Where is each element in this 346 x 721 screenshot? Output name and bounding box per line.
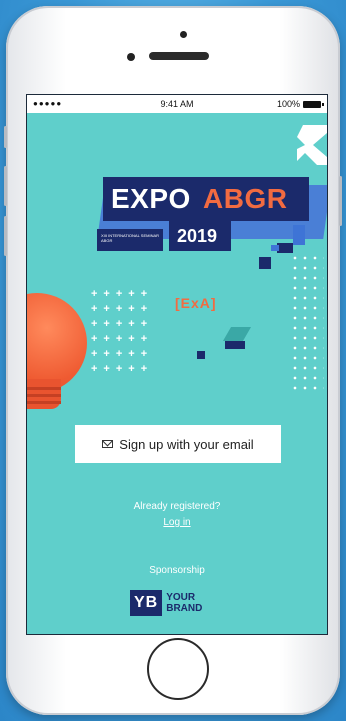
exa-logo: [ExA]	[175, 295, 217, 311]
email-signup-label: Sign up with your email	[119, 436, 254, 452]
power-button	[339, 176, 342, 226]
cube-decoration	[225, 341, 245, 349]
poster-title-abgr: ABGR	[203, 183, 288, 214]
volume-down-button	[4, 216, 7, 256]
cube-decoration	[197, 351, 205, 359]
sponsor-logo: YB YOUR BRAND	[130, 590, 202, 616]
lightbulb-ring	[27, 394, 61, 397]
dot-pattern	[290, 253, 324, 393]
sponsor-logo-text-line1: YOUR	[166, 592, 196, 603]
lightbulb-ring	[27, 401, 61, 404]
login-link[interactable]: Log in	[27, 517, 327, 528]
status-bar: ●●●●● 9:41 AM 100%	[27, 95, 327, 113]
email-signup-button[interactable]: Sign up with your email	[75, 425, 281, 463]
earpiece-speaker	[149, 52, 209, 60]
battery-indicator: 100%	[276, 99, 324, 109]
decor-block	[271, 245, 279, 251]
front-camera	[127, 53, 135, 61]
poster-year: 2019	[177, 226, 218, 246]
volume-up-button	[4, 166, 7, 206]
decor-block	[293, 225, 305, 245]
poster-title-expo: EXPO	[111, 183, 191, 214]
plus-grid-decoration: +++++ +++++ +++++ +++++ +++++ +++++	[91, 288, 154, 375]
mute-switch	[4, 126, 7, 148]
battery-percent: 100%	[276, 99, 300, 109]
home-button[interactable]	[147, 638, 209, 700]
sponsorship-label: Sponsorship	[149, 565, 205, 576]
sponsor-logo-text-line2: BRAND	[166, 603, 203, 614]
app-screen: ●●●●● 9:41 AM 100% EXPO ABGR XIII INTERN…	[26, 94, 328, 635]
lightbulb-icon	[27, 293, 87, 393]
sensor-dot	[180, 31, 187, 38]
lightbulb-ring	[27, 387, 61, 390]
poster-subtitle: XIII INTERNATIONAL SEMINAR ABGR	[101, 233, 160, 243]
decor-block	[259, 257, 271, 269]
already-registered-text: Already registered?	[133, 501, 221, 512]
close-x-decoration-icon	[297, 125, 327, 165]
sponsor-logo-mark: YB	[130, 590, 163, 616]
battery-icon	[303, 100, 324, 108]
cube-decoration	[222, 327, 252, 341]
envelope-icon	[102, 440, 114, 448]
sponsor-logo-text: YOUR BRAND	[166, 592, 202, 614]
decor-block	[277, 243, 293, 253]
